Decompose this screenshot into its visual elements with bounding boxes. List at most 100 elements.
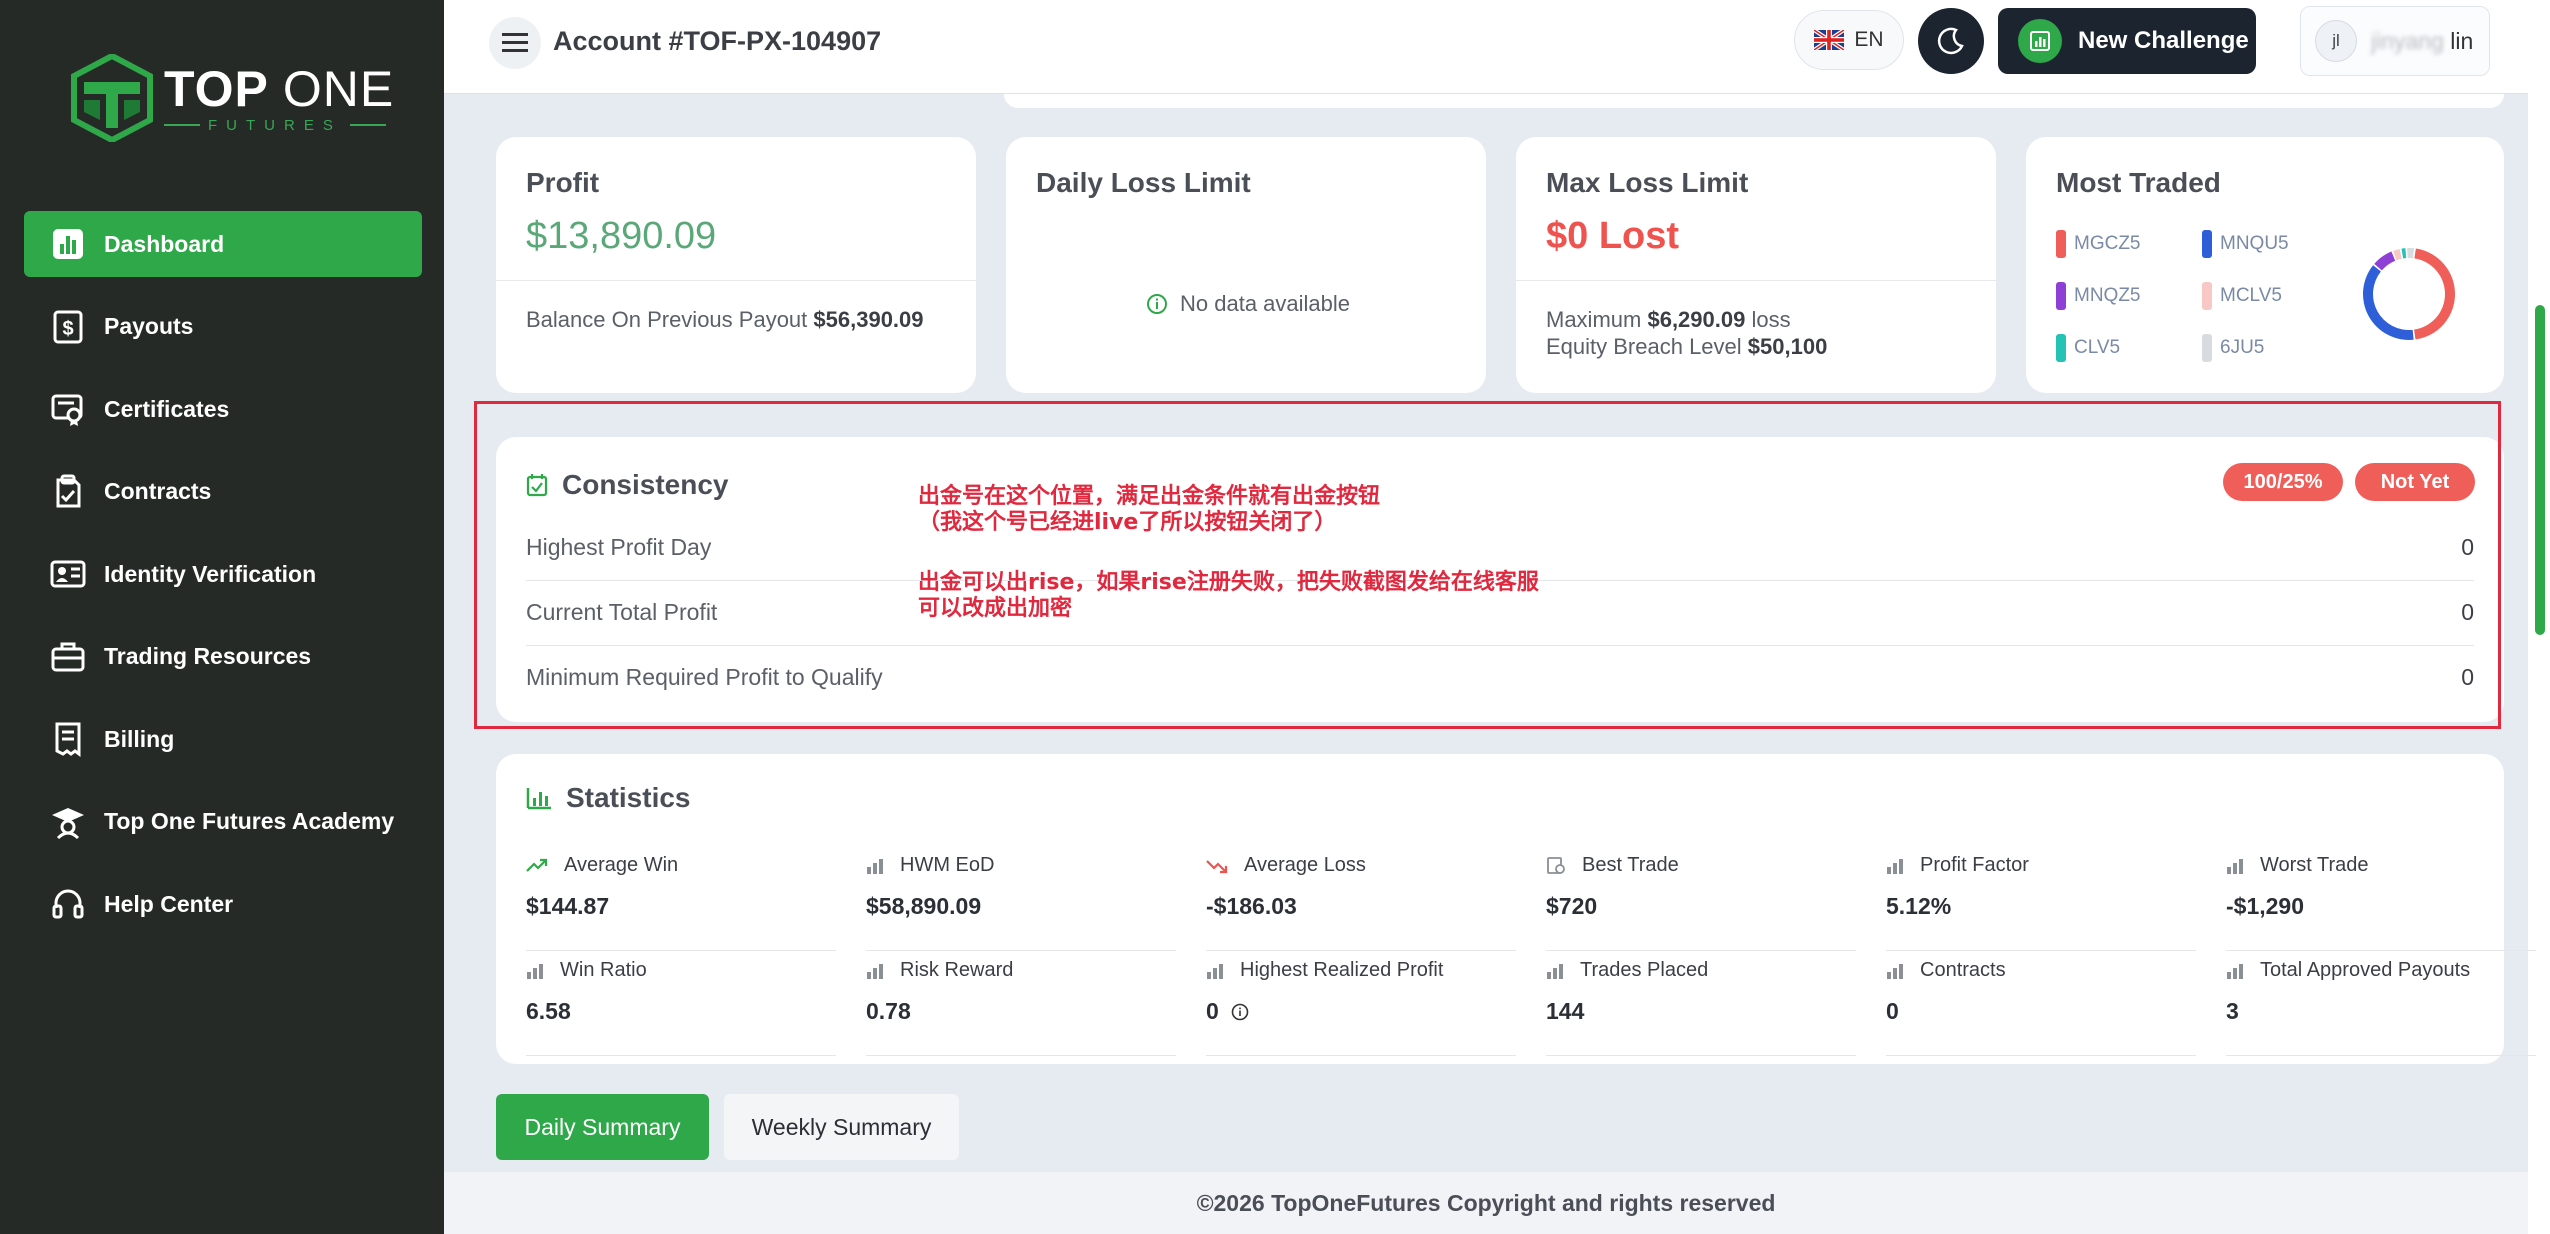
stat-value: 0.78 (866, 998, 911, 1024)
legend-item: MCLV5 (2202, 282, 2282, 310)
top-bar: Account #TOF-PX-104907 EN New Challenge … (444, 0, 2528, 94)
academy-icon (48, 802, 88, 842)
partial-card-above (1004, 94, 2504, 108)
stat-label: Risk Reward (900, 959, 1014, 981)
language-selector[interactable]: EN (1794, 10, 1904, 70)
stat-label: Average Win (564, 854, 679, 876)
certificate-icon (48, 389, 88, 429)
stat-value: 3 (2226, 998, 2239, 1024)
legend-item: 6JU5 (2202, 334, 2264, 362)
sidebar-item-certificates[interactable]: Certificates (24, 376, 422, 442)
receipt-icon (48, 719, 88, 759)
stat-item: HWM EoD $58,890.09 (866, 854, 1176, 951)
sidebar-item-academy[interactable]: Top One Futures Academy (24, 789, 422, 855)
dollar-icon: $ (48, 307, 88, 347)
stat-label: Worst Trade (2260, 854, 2369, 876)
stat-label: Average Loss (1244, 854, 1366, 876)
stat-value: 144 (1546, 998, 1585, 1024)
info-icon (1147, 294, 1167, 314)
legend-item: MNQU5 (2202, 230, 2289, 258)
user-name: jinyang lin (2371, 27, 2474, 54)
moon-icon (1937, 27, 1964, 55)
profit-value: $13,890.09 (526, 215, 717, 257)
donut-slice-clv5[interactable] (2401, 248, 2407, 259)
bar-chart-icon (1546, 963, 1572, 979)
tab-daily-summary[interactable]: Daily Summary (496, 1094, 709, 1160)
sidebar-item-label: Billing (104, 725, 175, 752)
annotation-note: 出金号在这个位置，满足出金条件就有出金按钮 （我这个号已经进live了所以按钮关… (918, 484, 1381, 535)
statistics-card: Statistics Average Win $144.87 HWM EoD $58,… (496, 754, 2536, 1064)
briefcase-icon (48, 637, 88, 677)
bar-chart-icon (866, 963, 892, 979)
stat-value: $144.87 (526, 893, 610, 919)
maximum-loss-line: Maximum $6,290.09 loss (1546, 307, 1791, 332)
sidebar-item-label: Identity Verification (104, 560, 317, 587)
stat-item: Highest Realized Profit 0 (1206, 959, 1516, 1056)
annotation-highlight-box (474, 401, 2501, 729)
svg-text:$: $ (62, 318, 73, 340)
annotation-note: 出金可以出rise，如果rise注册失败，把失败截图发给在线客服 可以改成出加密 (918, 570, 1539, 621)
bar-chart-icon (2226, 963, 2252, 979)
donut-slice-mclv5[interactable] (2393, 248, 2402, 261)
sidebar: TOP ONE FUTURES Dashboard $ Payouts Cert… (0, 0, 444, 1234)
tab-weekly-summary[interactable]: Weekly Summary (724, 1094, 959, 1160)
donut-slice-mgcz5[interactable] (2414, 248, 2455, 340)
scrollbar-thumb[interactable] (2535, 305, 2545, 635)
sidebar-item-billing[interactable]: Billing (24, 706, 422, 772)
stat-item: Average Loss -$186.03 (1206, 854, 1516, 951)
stat-label: Trades Placed (1580, 959, 1709, 981)
sidebar-item-contracts[interactable]: Contracts (24, 459, 422, 525)
brand-tagline: FUTURES (208, 116, 342, 134)
balance-on-previous-payout: Balance On Previous Payout $56,390.09 (526, 307, 924, 332)
stat-item: Profit Factor 5.12% (1886, 854, 2196, 951)
max-loss-value: $0 Lost (1546, 215, 1680, 257)
bar-chart-icon (1886, 858, 1912, 874)
donut-slice-mnqz5[interactable] (2374, 251, 2396, 271)
no-data-text: No data available (1180, 291, 1351, 316)
legend-item: MGCZ5 (2056, 230, 2141, 258)
profit-title: Profit (526, 167, 600, 198)
donut-slice-mnqu5[interactable] (2363, 265, 2414, 340)
sidebar-item-dashboard[interactable]: Dashboard (24, 211, 422, 277)
sidebar-item-payouts[interactable]: $ Payouts (24, 294, 422, 360)
new-challenge-label: New Challenge (2078, 27, 2249, 54)
bar-chart-icon (1886, 963, 1912, 979)
sidebar-item-label: Contracts (104, 478, 212, 504)
theme-toggle-button[interactable] (1918, 8, 1984, 74)
info-icon[interactable] (1231, 1003, 1249, 1021)
donut-slice-6ju5[interactable] (2407, 248, 2415, 259)
sidebar-item-label: Dashboard (104, 230, 225, 257)
contract-icon (48, 472, 88, 512)
logo-mark-icon (71, 54, 153, 142)
stat-value: $58,890.09 (866, 893, 982, 919)
statistics-title: Statistics (566, 782, 691, 813)
new-challenge-button[interactable]: New Challenge (1998, 8, 2256, 74)
hamburger-icon (502, 33, 528, 52)
dashboard-icon (48, 224, 88, 264)
stat-item: Worst Trade -$1,290 (2226, 854, 2536, 951)
sidebar-item-identity-verification[interactable]: Identity Verification (24, 541, 422, 607)
trend-down-icon (1206, 858, 1236, 874)
statistics-icon (526, 788, 551, 810)
id-card-icon (48, 554, 88, 594)
stat-item: Trades Placed 144 (1546, 959, 1856, 1056)
stat-label: Total Approved Payouts (2260, 959, 2471, 981)
stat-item: Win Ratio 6.58 (526, 959, 836, 1056)
avatar: jl (2315, 20, 2357, 62)
sidebar-item-help-center[interactable]: Help Center (24, 871, 422, 937)
footer-copyright: ©2026 TopOneFutures Copyright and rights… (1196, 1189, 1776, 1216)
daily-loss-limit-card: Daily Loss Limit No data available (1006, 137, 1486, 393)
stat-label: Best Trade (1582, 854, 1679, 876)
stat-value: -$1,290 (2226, 893, 2305, 919)
sidebar-item-label: Payouts (104, 313, 194, 339)
stat-item: Average Win $144.87 (526, 854, 836, 951)
sidebar-item-label: Top One Futures Academy (104, 808, 395, 834)
stat-label: Win Ratio (560, 959, 647, 981)
sidebar-item-label: Help Center (104, 890, 234, 917)
user-menu-button[interactable]: jl jinyang lin (2300, 6, 2490, 76)
sidebar-item-label: Trading Resources (104, 643, 312, 669)
menu-toggle-button[interactable] (489, 17, 541, 69)
brand-logo[interactable]: TOP ONE FUTURES (70, 54, 394, 142)
bar-chart-icon (866, 858, 892, 874)
sidebar-item-trading-resources[interactable]: Trading Resources (24, 624, 422, 690)
